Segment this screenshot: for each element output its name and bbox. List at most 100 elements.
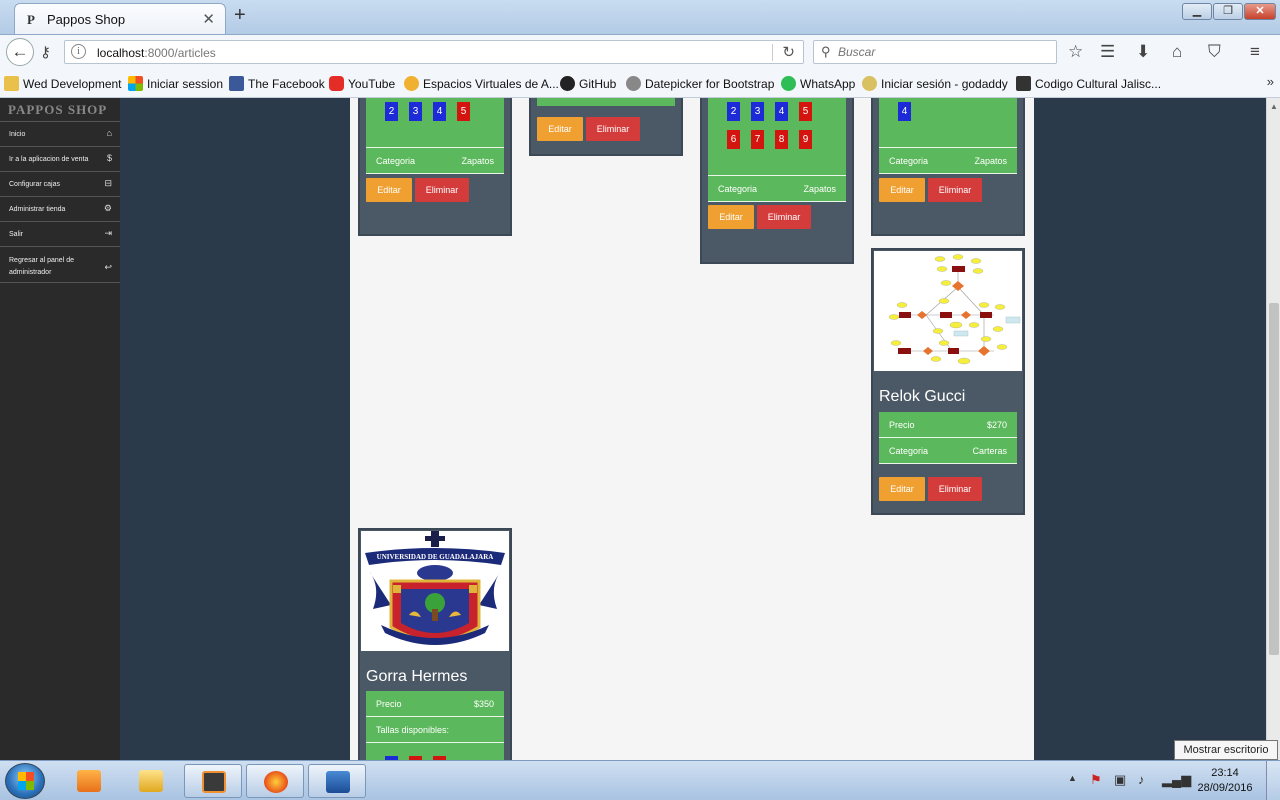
sidebar-item-inicio[interactable]: Inicio ⌂: [0, 122, 120, 147]
bookmark-item[interactable]: Iniciar session: [128, 76, 223, 91]
product-image[interactable]: [874, 251, 1022, 371]
sidebar-item-label: Ir a la aplicacion de venta: [9, 156, 89, 163]
category-label: Categoria: [718, 184, 758, 194]
scroll-up-icon[interactable]: ▲: [1270, 102, 1278, 111]
sidebar-item-cajas[interactable]: Configurar cajas ⊟: [0, 172, 120, 197]
new-tab-button[interactable]: +: [234, 4, 246, 27]
delete-button[interactable]: Eliminar: [757, 205, 811, 229]
bookmarks-list-icon[interactable]: ☰: [1100, 42, 1115, 62]
tab-close-icon[interactable]: ✕: [202, 10, 215, 28]
reload-icon[interactable]: ↻: [782, 43, 795, 61]
sublime-taskbar-button[interactable]: [184, 764, 242, 798]
key-icon[interactable]: ⚷: [40, 43, 51, 61]
firefox-icon: [264, 771, 288, 793]
volume-icon[interactable]: ♪: [1138, 772, 1145, 787]
edit-button[interactable]: Editar: [708, 205, 754, 229]
size-chip: 6: [727, 130, 740, 149]
sidebar-item-tienda[interactable]: Administrar tienda ⚙: [0, 197, 120, 222]
bookmark-item[interactable]: YouTube: [329, 76, 395, 91]
sidebar-item-salir[interactable]: Salir ⇥: [0, 222, 120, 247]
back-button[interactable]: ←: [6, 38, 34, 66]
price-label: Precio: [889, 420, 915, 430]
search-bar[interactable]: ⚲: [813, 40, 1057, 64]
bookmark-label: The Facebook: [248, 77, 325, 91]
bookmark-label: WhatsApp: [800, 77, 856, 91]
bookmark-item[interactable]: The Facebook: [229, 76, 325, 91]
powershell-taskbar-button[interactable]: [308, 764, 366, 798]
edit-button[interactable]: Editar: [366, 178, 412, 202]
bookmark-item[interactable]: Datepicker for Bootstrap: [626, 76, 774, 91]
window-minimize-button[interactable]: ▁: [1182, 3, 1212, 20]
menu-icon[interactable]: ≡: [1250, 42, 1260, 62]
gear-icon: ⚙: [103, 203, 112, 213]
browser-tab[interactable]: P Pappos Shop ✕: [14, 3, 226, 34]
category-value: Zapatos: [461, 156, 494, 166]
home-icon: ⌂: [106, 128, 112, 138]
sizes-panel: 4: [879, 98, 1017, 148]
action-center-icon[interactable]: ⚑: [1090, 772, 1102, 788]
category-value: Zapatos: [803, 184, 836, 194]
size-chip: 5: [457, 102, 470, 121]
info-icon[interactable]: i: [71, 44, 86, 59]
size-chip: 4: [775, 102, 788, 121]
clock-date: 28/09/2016: [1197, 782, 1253, 794]
page-viewport: PAPPOS SHOP Inicio ⌂ Ir a la aplicacion d…: [0, 98, 1280, 760]
title-bar: P Pappos Shop ✕ + ▁ ❐ ✕: [0, 0, 1280, 34]
bookmarks-overflow-icon[interactable]: »: [1267, 74, 1274, 89]
bookmark-label: Iniciar sesión - godaddy: [881, 77, 1008, 91]
tray-expand-icon[interactable]: ▲: [1068, 773, 1077, 783]
scrollbar-thumb[interactable]: [1269, 303, 1279, 655]
sidebar-item-venta[interactable]: Ir a la aplicacion de venta $: [0, 147, 120, 172]
sidebar-item-label: Inicio: [9, 131, 26, 138]
bookmark-item[interactable]: Espacios Virtuales de A...: [404, 76, 559, 91]
sizes-panel: 2 3 4 5 6 7 8 9: [708, 98, 846, 176]
sidebar-item-label: Salir: [9, 231, 24, 238]
pocket-icon[interactable]: ⛉: [1208, 42, 1221, 62]
edit-button[interactable]: Editar: [537, 117, 583, 141]
bookmark-item[interactable]: Iniciar sesión - godaddy: [862, 76, 1008, 91]
delete-button[interactable]: Eliminar: [928, 477, 982, 501]
article-card: Editar Eliminar: [529, 98, 683, 156]
start-button[interactable]: [5, 763, 45, 799]
explorer-taskbar-button[interactable]: [122, 764, 180, 798]
window-maximize-button[interactable]: ❐: [1213, 3, 1243, 20]
github-icon: [560, 76, 575, 91]
sidebar-item-admin-panel[interactable]: Regresar al panel de administrador ↩: [0, 247, 120, 283]
bookmark-item[interactable]: WhatsApp: [781, 76, 855, 91]
bookmark-item[interactable]: Codigo Cultural Jalisc...: [1016, 76, 1161, 91]
delete-button[interactable]: Eliminar: [415, 178, 469, 202]
bookmark-label: Wed Development: [23, 77, 122, 91]
price-row: Precio $350: [366, 691, 504, 717]
url-bar[interactable]: i localhost:8000/articles ↻: [64, 40, 804, 64]
firefox-taskbar-button[interactable]: [246, 764, 304, 798]
device-icon[interactable]: ▣: [1114, 772, 1126, 788]
sidebar-item-label: Regresar al panel de administrador: [9, 257, 74, 276]
delete-button[interactable]: Eliminar: [928, 178, 982, 202]
search-input[interactable]: [838, 44, 1048, 60]
bookmark-item[interactable]: GitHub: [560, 76, 616, 91]
edit-button[interactable]: Editar: [879, 178, 925, 202]
media-player-taskbar-button[interactable]: [60, 764, 118, 798]
bookmark-item[interactable]: Wed Development: [4, 76, 122, 91]
download-icon[interactable]: ⬇: [1136, 42, 1150, 62]
page-scrollbar[interactable]: ▲: [1266, 98, 1280, 760]
window-close-button[interactable]: ✕: [1244, 3, 1276, 20]
product-image[interactable]: UNIVERSIDAD DE GUADALAJARA: [361, 531, 509, 651]
edit-button[interactable]: Editar: [879, 477, 925, 501]
show-desktop-button[interactable]: [1266, 761, 1280, 800]
network-signal-icon[interactable]: ▂▄▆: [1162, 772, 1191, 788]
search-icon: ⚲: [821, 44, 831, 59]
bookmark-label: Datepicker for Bootstrap: [645, 77, 775, 91]
bookmark-star-icon[interactable]: ☆: [1068, 42, 1083, 62]
article-card: 2 3 4 5 Categoria Zapatos Editar Eliminar: [358, 98, 512, 236]
facebook-icon: [229, 76, 244, 91]
delete-button[interactable]: Eliminar: [586, 117, 640, 141]
product-title: Relok Gucci: [879, 388, 966, 405]
system-clock[interactable]: 23:14 28/09/2016: [1190, 766, 1260, 796]
home-icon[interactable]: ⌂: [1172, 42, 1182, 62]
article-card: 4 Categoria Zapatos Editar Eliminar: [871, 98, 1025, 236]
folder-icon: [139, 770, 163, 792]
sizes-panel: [537, 98, 675, 106]
category-row: Categoria Zapatos: [366, 148, 504, 174]
size-chip: 8: [775, 130, 788, 149]
